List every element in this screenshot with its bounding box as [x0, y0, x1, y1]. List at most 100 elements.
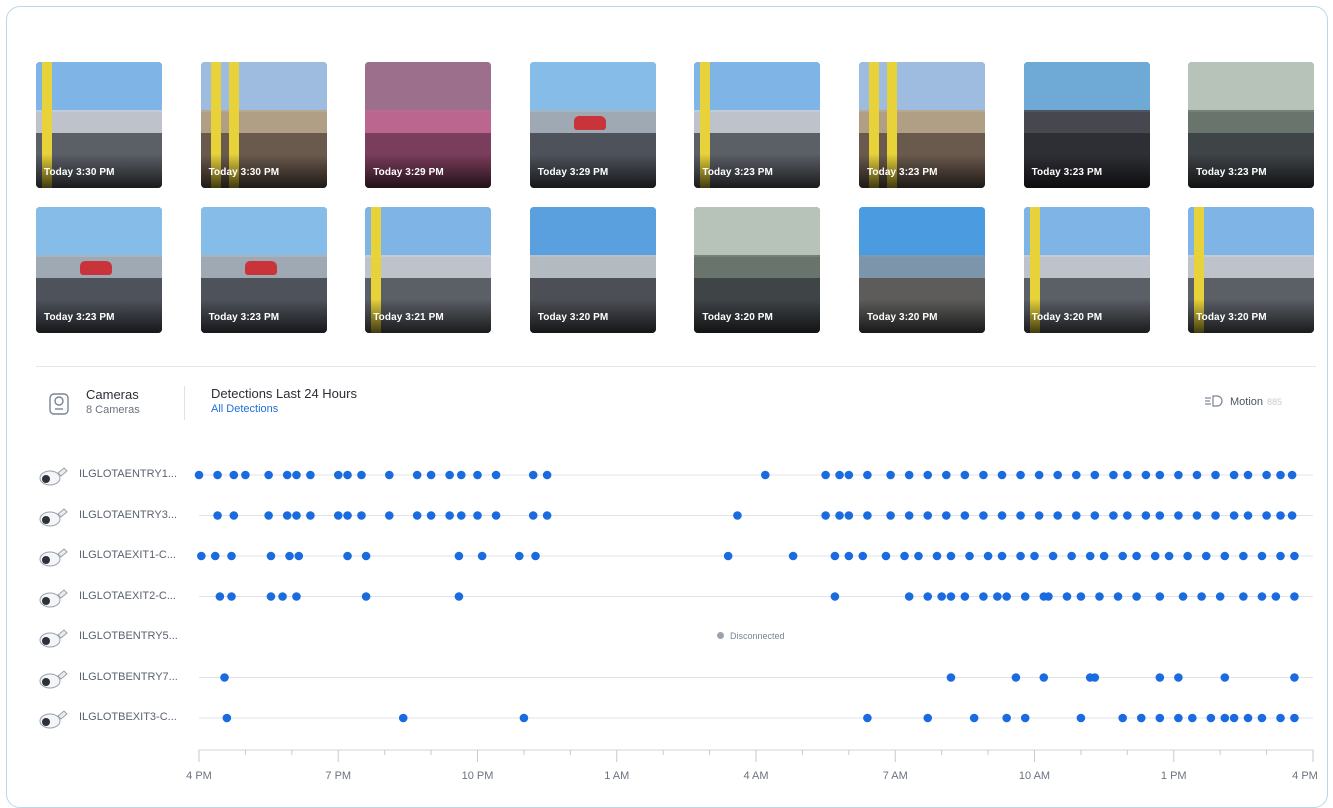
- detection-dot[interactable]: [278, 592, 287, 601]
- detection-dot[interactable]: [220, 673, 229, 682]
- detection-dot[interactable]: [1257, 592, 1267, 601]
- detection-dot[interactable]: [942, 511, 951, 520]
- detection-dot[interactable]: [1155, 470, 1165, 480]
- detection-dot[interactable]: [1257, 551, 1267, 561]
- detection-dot[interactable]: [1053, 511, 1063, 520]
- detection-dot[interactable]: [1174, 713, 1183, 723]
- detection-dot[interactable]: [294, 551, 304, 561]
- detection-dot[interactable]: [1220, 551, 1230, 561]
- detection-dot[interactable]: [528, 470, 538, 480]
- detection-dot[interactable]: [1030, 551, 1039, 561]
- detection-dot[interactable]: [398, 713, 408, 723]
- detection-dot[interactable]: [1076, 592, 1086, 601]
- detection-dot[interactable]: [1002, 713, 1011, 723]
- detection-dot[interactable]: [306, 511, 315, 520]
- detection-dot[interactable]: [844, 511, 854, 520]
- detection-dot[interactable]: [1090, 673, 1100, 682]
- detection-dot[interactable]: [333, 470, 343, 480]
- detection-dot[interactable]: [1155, 511, 1165, 520]
- detection-dot[interactable]: [914, 551, 923, 561]
- detection-dot[interactable]: [542, 511, 552, 520]
- detection-dot[interactable]: [960, 511, 970, 520]
- detection-dot[interactable]: [979, 592, 988, 601]
- detection-dot[interactable]: [1262, 470, 1271, 480]
- detection-dot[interactable]: [357, 470, 366, 480]
- detection-dot[interactable]: [542, 470, 552, 480]
- detection-dot[interactable]: [923, 592, 933, 601]
- detection-dot[interactable]: [1048, 551, 1058, 561]
- detection-dot[interactable]: [881, 551, 891, 561]
- detection-dot[interactable]: [445, 511, 454, 520]
- detection-dot[interactable]: [932, 551, 942, 561]
- detection-dot[interactable]: [1020, 592, 1030, 601]
- detection-dot[interactable]: [215, 592, 225, 601]
- detection-dot[interactable]: [923, 713, 933, 723]
- detection-dot[interactable]: [1109, 511, 1118, 520]
- detection-dot[interactable]: [1229, 470, 1239, 480]
- detection-dot[interactable]: [282, 470, 292, 480]
- detection-dot[interactable]: [1262, 511, 1271, 520]
- detection-dot[interactable]: [1243, 470, 1253, 480]
- detection-dot[interactable]: [821, 470, 830, 480]
- detection-dot[interactable]: [1178, 592, 1188, 601]
- detection-dot[interactable]: [1095, 592, 1104, 601]
- detection-dot[interactable]: [1211, 470, 1220, 480]
- detection-dot[interactable]: [1271, 592, 1281, 601]
- detection-dot[interactable]: [531, 551, 540, 561]
- detection-dot[interactable]: [904, 470, 914, 480]
- detection-dot[interactable]: [1211, 511, 1220, 520]
- detection-dot[interactable]: [1243, 511, 1253, 520]
- detection-dot[interactable]: [1155, 713, 1165, 723]
- detection-dot[interactable]: [1085, 551, 1095, 561]
- detection-dot[interactable]: [426, 470, 436, 480]
- detection-dot[interactable]: [1076, 713, 1086, 723]
- detection-dot[interactable]: [361, 592, 371, 601]
- detection-dot[interactable]: [1276, 713, 1285, 723]
- detection-dot[interactable]: [1215, 592, 1225, 601]
- detection-dot[interactable]: [788, 551, 798, 561]
- detection-dot[interactable]: [858, 551, 868, 561]
- detection-dot[interactable]: [227, 592, 236, 601]
- detection-dot[interactable]: [1141, 511, 1151, 520]
- detection-dot[interactable]: [923, 470, 933, 480]
- detection-dot[interactable]: [292, 592, 301, 601]
- detection-dot[interactable]: [1243, 713, 1253, 723]
- detection-dot[interactable]: [426, 511, 436, 520]
- detection-dot[interactable]: [904, 511, 914, 520]
- detection-dot[interactable]: [456, 511, 466, 520]
- detection-dot[interactable]: [1150, 551, 1160, 561]
- detection-dot[interactable]: [264, 511, 273, 520]
- detection-dot[interactable]: [1020, 713, 1030, 723]
- detection-dot[interactable]: [960, 592, 970, 601]
- detection-dot[interactable]: [1136, 713, 1146, 723]
- detection-dot[interactable]: [1192, 511, 1202, 520]
- detection-dot[interactable]: [264, 470, 273, 480]
- detection-dot[interactable]: [946, 673, 956, 682]
- detection-dot[interactable]: [1276, 511, 1285, 520]
- detection-dot[interactable]: [473, 470, 482, 480]
- detection-dot[interactable]: [292, 511, 301, 520]
- detection-dot[interactable]: [1016, 511, 1025, 520]
- detection-dot[interactable]: [997, 511, 1007, 520]
- detection-dot[interactable]: [1155, 673, 1165, 682]
- detection-dot[interactable]: [760, 470, 770, 480]
- detection-dot[interactable]: [229, 511, 239, 520]
- detection-dot[interactable]: [343, 470, 352, 480]
- detection-dot[interactable]: [904, 592, 914, 601]
- detection-dot[interactable]: [844, 551, 854, 561]
- detection-dot[interactable]: [292, 470, 301, 480]
- detection-dot[interactable]: [491, 511, 501, 520]
- detection-dot[interactable]: [1276, 551, 1285, 561]
- detection-dot[interactable]: [528, 511, 538, 520]
- detection-dot[interactable]: [1067, 551, 1076, 561]
- detection-dot[interactable]: [1239, 592, 1248, 601]
- detection-dot[interactable]: [227, 551, 236, 561]
- detection-dot[interactable]: [983, 551, 993, 561]
- detection-dot[interactable]: [1290, 551, 1299, 561]
- detection-dot[interactable]: [1174, 673, 1183, 682]
- detection-dot[interactable]: [946, 592, 956, 601]
- detection-dot[interactable]: [514, 551, 524, 561]
- detection-dot[interactable]: [1290, 592, 1299, 601]
- detection-dot[interactable]: [285, 551, 294, 561]
- detection-dot[interactable]: [1287, 511, 1297, 520]
